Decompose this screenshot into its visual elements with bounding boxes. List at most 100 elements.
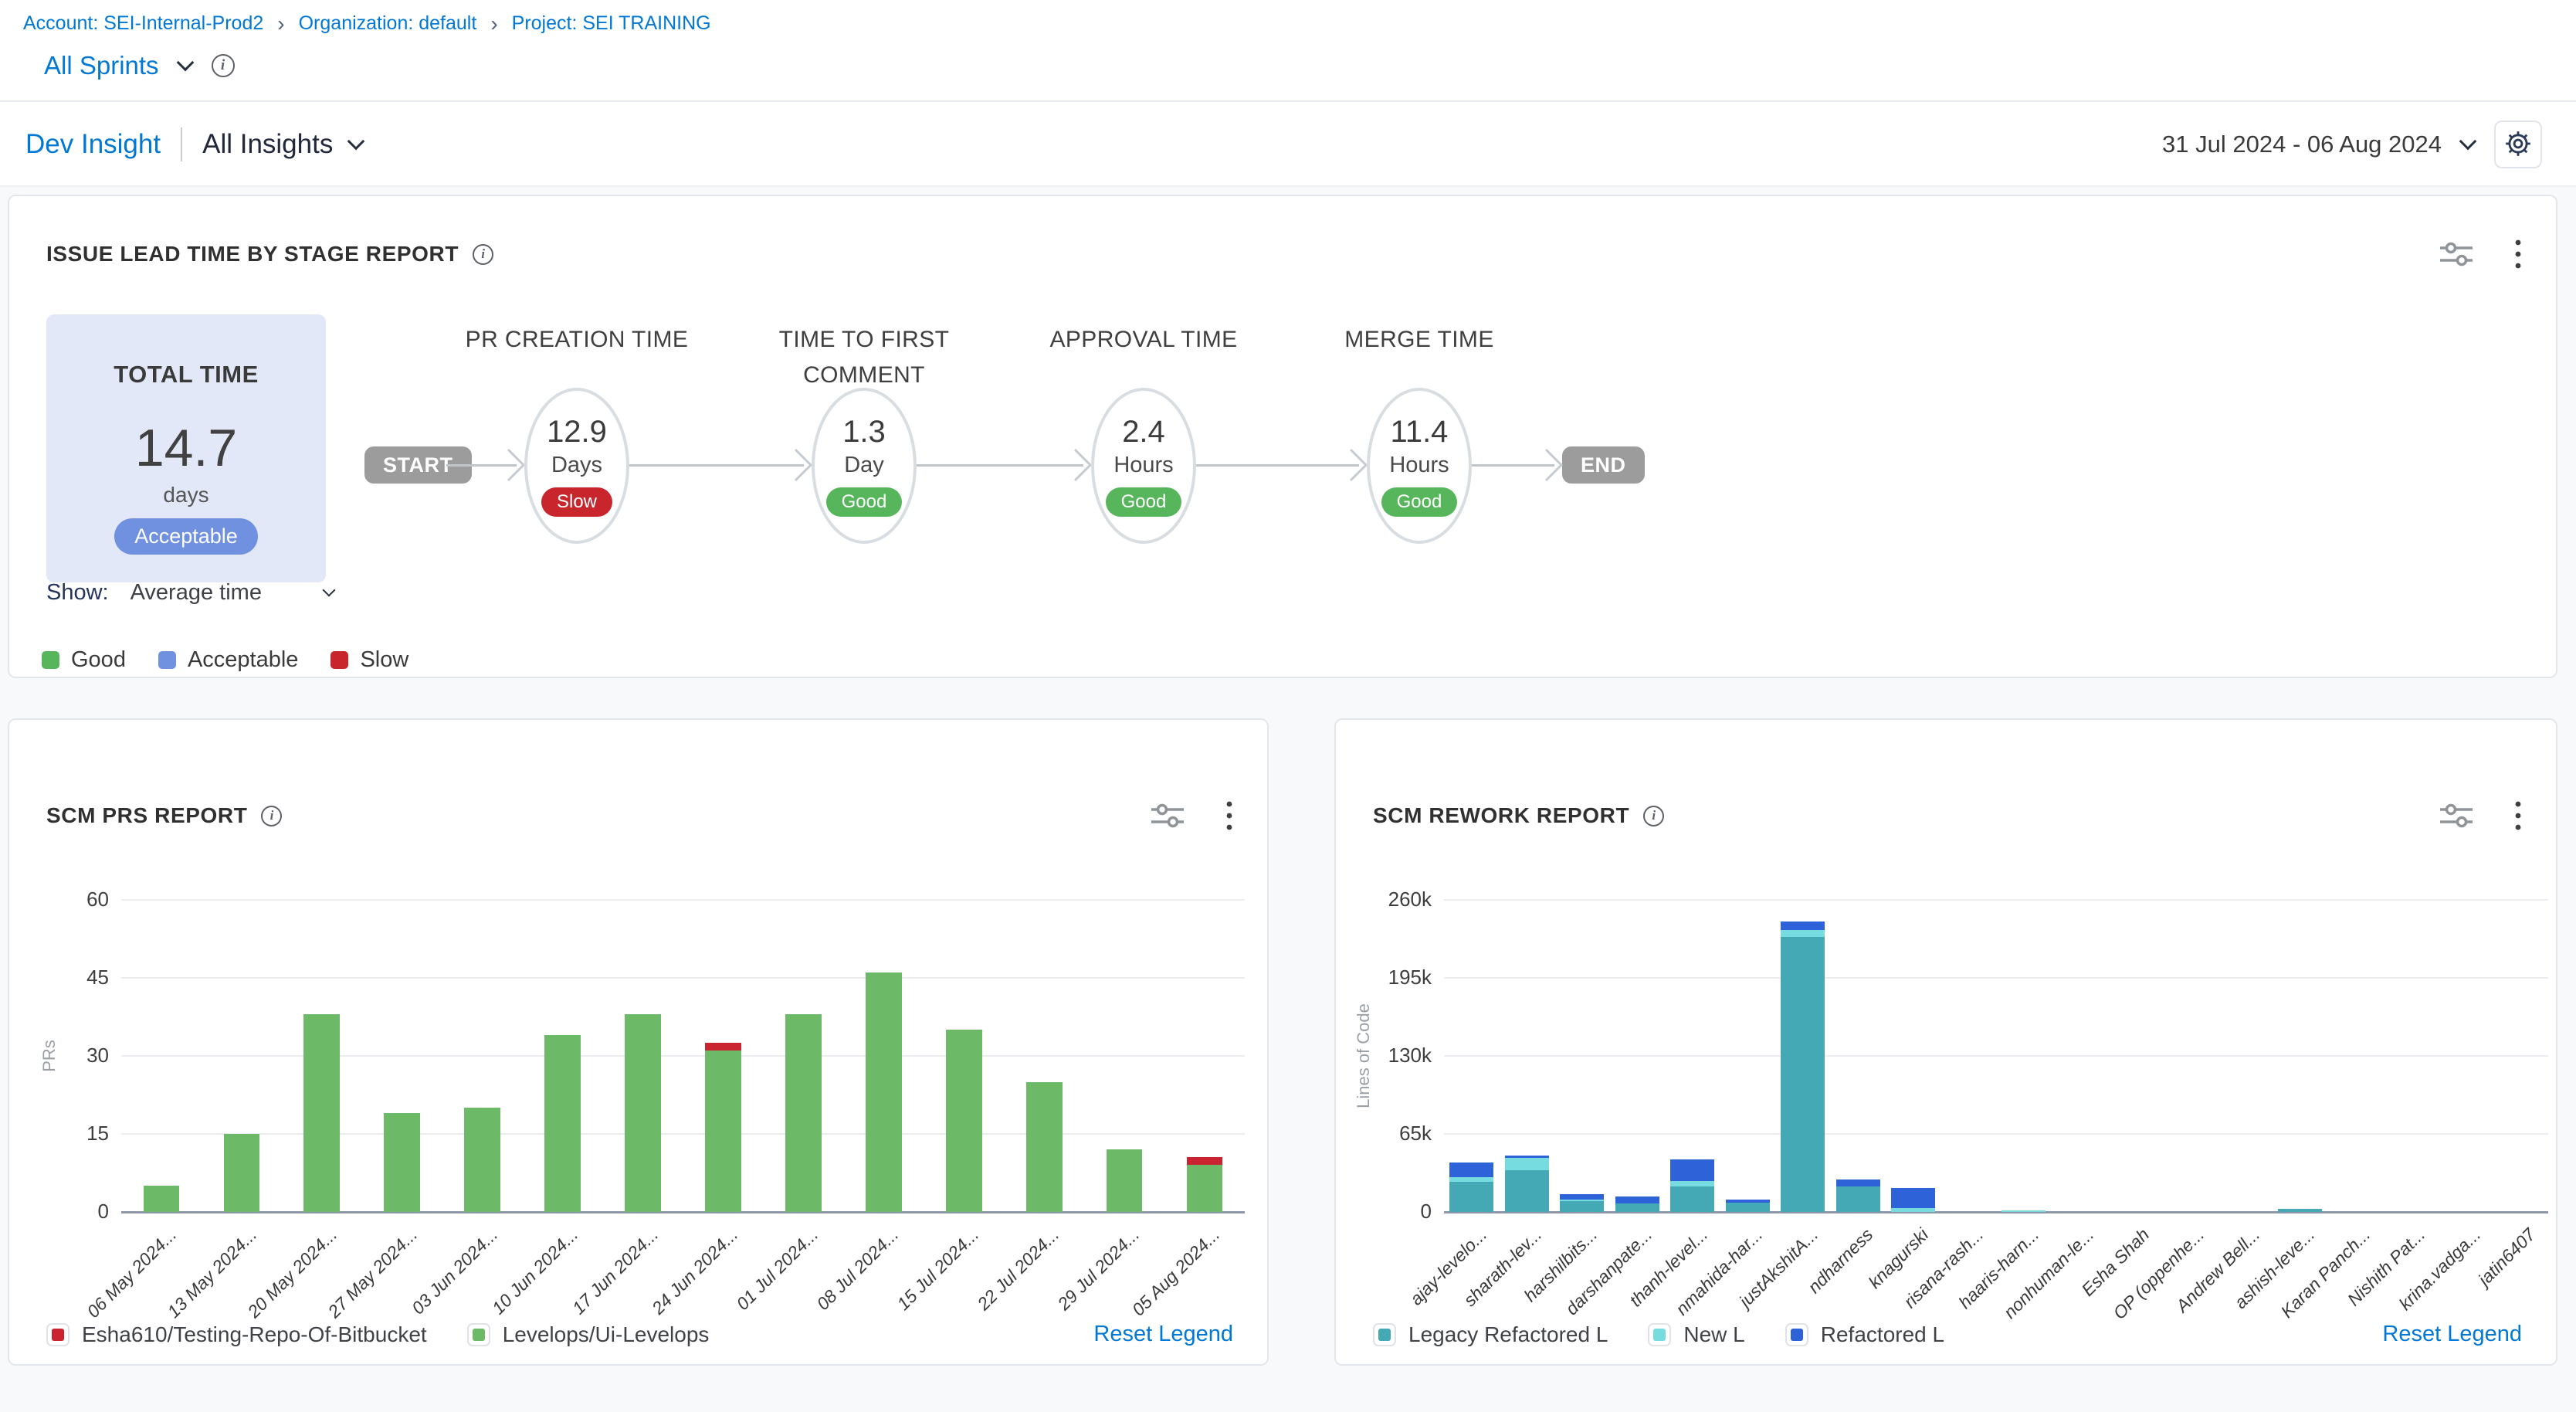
settings-button[interactable] [2494, 120, 2542, 168]
bar-segment[interactable] [866, 972, 902, 1212]
bar-segment[interactable] [1187, 1157, 1223, 1165]
stage-node-approval-time[interactable]: 2.4 Hours Good [1091, 388, 1196, 544]
bar-segment[interactable] [1026, 1082, 1063, 1212]
filter-sliders-icon[interactable] [1150, 801, 1185, 830]
legend-swatch [330, 651, 348, 669]
y-axis-tick-label: 0 [41, 1200, 109, 1224]
y-axis-tick-label: 195k [1364, 966, 1432, 989]
filter-sliders-icon[interactable] [2439, 239, 2474, 269]
legend-item-refactored-lines[interactable]: Refactored L [1785, 1322, 1944, 1347]
sprint-selector-label: All Sprints [44, 51, 159, 80]
bar-segment[interactable] [1505, 1158, 1549, 1170]
bar-segment[interactable] [303, 1014, 340, 1212]
bar-segment[interactable] [1891, 1188, 1935, 1208]
kebab-menu-icon[interactable] [2514, 239, 2522, 270]
stage-rating-badge: Good [1381, 487, 1458, 517]
bar-segment[interactable] [1726, 1200, 1770, 1202]
legend-item-repo-esha610[interactable]: Esha610/Testing-Repo-Of-Bitbucket [46, 1322, 427, 1347]
bar-segment[interactable] [224, 1134, 260, 1212]
bar-segment[interactable] [785, 1014, 822, 1212]
x-axis-label: 29 Jul 2024... [1053, 1224, 1144, 1315]
bar-segment[interactable] [1670, 1181, 1714, 1186]
chart-legend: Esha610/Testing-Repo-Of-Bitbucket Levelo… [46, 1322, 1233, 1347]
breadcrumb-organization[interactable]: Organization: default [299, 12, 477, 35]
bar-segment[interactable] [1781, 930, 1825, 937]
info-icon[interactable]: i [1643, 806, 1664, 826]
legend-item-legacy-refactored[interactable]: Legacy Refactored L [1373, 1322, 1608, 1347]
bar-segment[interactable] [1187, 1165, 1223, 1212]
bar-segment[interactable] [1560, 1201, 1604, 1212]
bar-segment[interactable] [1560, 1200, 1604, 1201]
bar-segment[interactable] [544, 1035, 581, 1212]
bar-segment[interactable] [1726, 1203, 1770, 1212]
info-icon[interactable]: i [212, 54, 235, 77]
bar-segment[interactable] [625, 1014, 661, 1212]
stage-node-merge-time[interactable]: 11.4 Hours Good [1367, 388, 1472, 544]
y-axis-tick-label: 0 [1364, 1200, 1432, 1224]
bar-segment[interactable] [1560, 1194, 1604, 1200]
issue-lead-time-panel: ISSUE LEAD TIME BY STAGE REPORT i TOTAL … [8, 195, 2557, 678]
bar-segment[interactable] [2278, 1209, 2322, 1212]
insight-selector-value[interactable]: All Insights [202, 129, 333, 160]
bar-segment[interactable] [946, 1030, 982, 1212]
stage-value: 2.4 [1122, 415, 1165, 450]
bar-segment[interactable] [705, 1043, 741, 1051]
bar-segment[interactable] [1107, 1149, 1143, 1212]
gridline [1444, 977, 2548, 979]
dev-insight-link[interactable]: Dev Insight [25, 129, 161, 160]
bar-segment[interactable] [1781, 937, 1825, 1212]
rating-legend: Good Acceptable Slow [42, 647, 408, 673]
bar-segment[interactable] [1670, 1159, 1714, 1182]
bar-segment[interactable] [705, 1051, 741, 1212]
bar-segment[interactable] [144, 1186, 180, 1212]
stage-title: PR CREATION TIME [438, 322, 716, 358]
bar-segment[interactable] [1449, 1177, 1493, 1182]
y-axis-tick-label: 15 [41, 1122, 109, 1146]
info-icon[interactable]: i [473, 244, 493, 265]
stage-unit: Day [844, 453, 884, 478]
reset-legend-link[interactable]: Reset Legend [2382, 1322, 2522, 1347]
bar-segment[interactable] [1615, 1203, 1659, 1212]
kebab-menu-icon[interactable] [2514, 800, 2522, 831]
bar-segment[interactable] [1449, 1182, 1493, 1212]
bar-segment[interactable] [1781, 922, 1825, 930]
bar-segment[interactable] [1836, 1179, 1880, 1186]
info-icon[interactable]: i [261, 806, 282, 826]
chevron-down-icon[interactable] [347, 133, 365, 151]
legend-swatch [1648, 1323, 1671, 1346]
bar-segment[interactable] [1505, 1156, 1549, 1158]
stage-value: 12.9 [547, 415, 607, 450]
bar-segment[interactable] [464, 1108, 500, 1212]
y-axis-tick-label: 30 [41, 1044, 109, 1067]
chevron-down-icon[interactable] [323, 583, 336, 596]
bar-segment[interactable] [1505, 1170, 1549, 1212]
bar-segment[interactable] [1836, 1186, 1880, 1212]
stage-node-pr-creation-time[interactable]: 12.9 Days Slow [524, 388, 629, 544]
bar-segment[interactable] [1449, 1163, 1493, 1177]
bar-segment[interactable] [2001, 1210, 2046, 1212]
panel-title: ISSUE LEAD TIME BY STAGE REPORT [46, 242, 459, 266]
total-time-unit: days [163, 483, 208, 507]
breadcrumb-account[interactable]: Account: SEI-Internal-Prod2 [23, 12, 263, 35]
bar-segment[interactable] [1891, 1208, 1935, 1212]
bar-segment[interactable] [1670, 1186, 1714, 1212]
legend-item-repo-levelops[interactable]: Levelops/Ui-Levelops [467, 1322, 710, 1347]
y-axis-tick-label: 65k [1364, 1122, 1432, 1146]
kebab-menu-icon[interactable] [1225, 800, 1233, 831]
chevron-down-icon[interactable] [2459, 133, 2477, 151]
bar-segment[interactable] [384, 1113, 420, 1212]
bar-segment[interactable] [1615, 1196, 1659, 1203]
flow-arrow [446, 447, 524, 483]
legend-item-new-lines[interactable]: New L [1648, 1322, 1744, 1347]
filter-sliders-icon[interactable] [2439, 801, 2474, 830]
date-range-selector[interactable]: 31 Jul 2024 - 06 Aug 2024 [2162, 131, 2442, 158]
breadcrumb-project[interactable]: Project: SEI TRAINING [512, 12, 711, 35]
chevron-down-icon[interactable] [176, 54, 194, 72]
reset-legend-link[interactable]: Reset Legend [1093, 1322, 1233, 1347]
insight-switcher: Dev Insight All Insights [25, 102, 362, 187]
scm-prs-report-panel: SCM PRS REPORT i PRs 01530456006 May 202… [8, 718, 1269, 1366]
legend-item-good: Good [42, 647, 126, 673]
show-metric-selector[interactable]: Show: Average time [46, 580, 334, 606]
stage-node-time-to-first-comment[interactable]: 1.3 Day Good [812, 388, 917, 544]
sprint-selector[interactable]: All Sprints i [44, 51, 235, 80]
